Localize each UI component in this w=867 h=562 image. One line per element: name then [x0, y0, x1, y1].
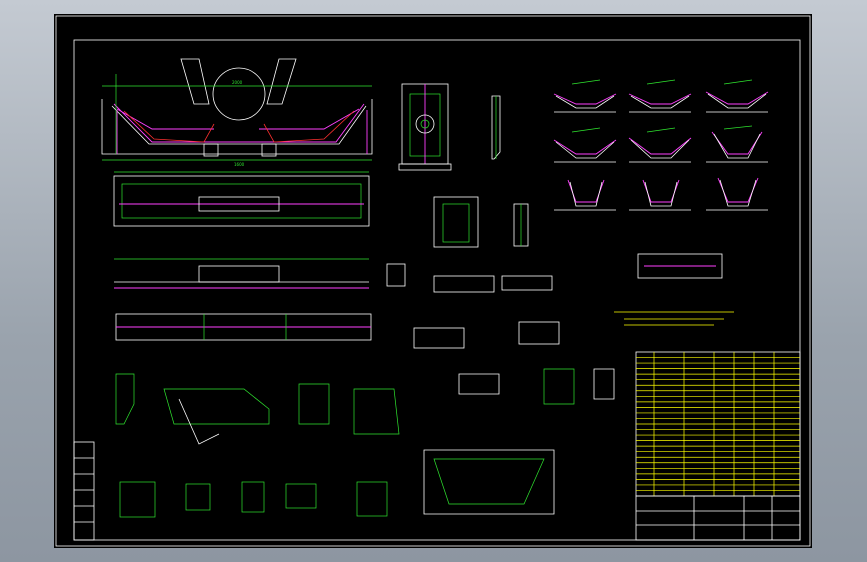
- revision-block: [73, 441, 95, 541]
- main-idler-assembly: 2000 1600: [101, 58, 373, 167]
- title-block: [635, 495, 801, 541]
- section-view-a: [398, 83, 452, 171]
- cad-drawing-sheet: 2000 1600: [54, 14, 812, 548]
- idler-variants-grid: [553, 79, 769, 211]
- bracket-side-view: [491, 95, 501, 160]
- bracket-details: [115, 368, 615, 445]
- svg-text:2000: 2000: [232, 80, 243, 85]
- outer-border: [55, 15, 811, 547]
- return-idler-view: [637, 253, 723, 279]
- drawing-canvas: 2000 1600: [55, 15, 811, 547]
- frame-plan-view: [113, 171, 370, 227]
- roller-detail: [433, 196, 529, 248]
- parts-list-table: [635, 351, 801, 497]
- technical-notes: [614, 311, 734, 326]
- base-beam: [115, 313, 560, 349]
- frame-elevation: [114, 258, 553, 293]
- inner-frame: [73, 39, 801, 541]
- svg-text:1600: 1600: [234, 162, 245, 167]
- small-part-details: [119, 449, 555, 518]
